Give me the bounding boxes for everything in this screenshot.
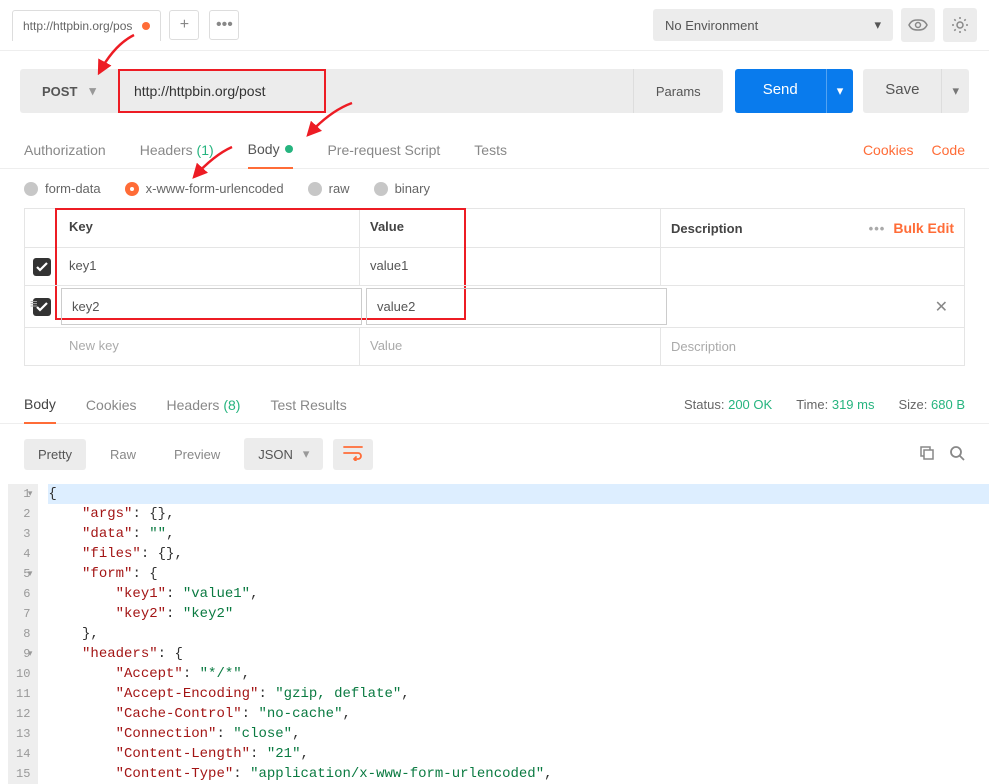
save-dropdown[interactable]: ▾: [941, 69, 969, 113]
key-cell-placeholder[interactable]: New key: [59, 328, 360, 365]
description-cell[interactable]: ✕: [669, 286, 964, 327]
radio-raw[interactable]: raw: [308, 181, 350, 196]
caret-down-icon: ▾: [952, 83, 959, 99]
tab-authorization[interactable]: Authorization: [24, 132, 106, 168]
view-mode-pretty[interactable]: Pretty: [24, 439, 86, 470]
settings-button[interactable]: [943, 8, 977, 42]
wrap-lines-button[interactable]: [333, 439, 373, 470]
tab-title: http://httpbin.org/pos: [23, 19, 132, 33]
radio-form-data[interactable]: form-data: [24, 181, 101, 196]
url-remainder[interactable]: [326, 69, 633, 113]
body-params-table: Key Value Description ••• Bulk Edit key1…: [0, 208, 989, 374]
method-select[interactable]: POST ▾: [20, 69, 118, 113]
body-indicator-icon: [285, 145, 293, 153]
params-button[interactable]: Params: [633, 69, 723, 113]
cookies-link[interactable]: Cookies: [863, 142, 914, 158]
table-row: ≡ key2 value2 ✕: [25, 285, 964, 327]
send-button[interactable]: Send: [735, 69, 826, 113]
size-indicator: Size: 680 B: [898, 397, 965, 412]
unsaved-dot-icon: [142, 22, 150, 30]
body-type-selector: form-data x-www-form-urlencoded raw bina…: [0, 169, 989, 208]
code-link[interactable]: Code: [932, 142, 965, 158]
copy-response-button[interactable]: [919, 445, 935, 464]
key-column-header: Key: [59, 209, 360, 247]
method-label: POST: [42, 84, 77, 99]
radio-icon: [308, 182, 322, 196]
description-cell[interactable]: [661, 248, 964, 285]
radio-urlencoded[interactable]: x-www-form-urlencoded: [125, 181, 284, 196]
tab-actions: + •••: [169, 10, 239, 40]
headers-count: (1): [197, 142, 214, 158]
checkbox-checked-icon[interactable]: [33, 258, 51, 276]
new-tab-button[interactable]: +: [169, 10, 199, 40]
delete-row-button[interactable]: ✕: [929, 297, 954, 317]
caret-down-icon: ▾: [837, 83, 844, 99]
description-column-header: Description: [671, 221, 743, 236]
language-select[interactable]: JSON▾: [244, 438, 323, 470]
table-header-row: Key Value Description ••• Bulk Edit: [25, 209, 964, 247]
tab-body[interactable]: Body: [248, 131, 294, 169]
caret-down-icon: ▾: [303, 446, 310, 462]
tab-headers[interactable]: Headers (1): [140, 132, 214, 168]
key-cell[interactable]: key1: [59, 248, 360, 285]
tab-options-button[interactable]: •••: [209, 10, 239, 40]
time-indicator: Time: 319 ms: [796, 397, 874, 412]
request-tabs: Authorization Headers (1) Body Pre-reque…: [0, 131, 989, 169]
request-bar: POST ▾ Params Send ▾ Save ▾: [0, 51, 989, 131]
view-mode-raw[interactable]: Raw: [96, 439, 150, 470]
table-row: key1 value1: [25, 247, 964, 285]
environment-label: No Environment: [665, 18, 758, 33]
code-content: { "args": {}, "data": "", "files": {}, "…: [38, 484, 989, 784]
radio-icon: [125, 182, 139, 196]
drag-handle-icon[interactable]: ≡: [30, 296, 38, 311]
radio-binary[interactable]: binary: [374, 181, 430, 196]
response-headers-count: (8): [223, 397, 240, 413]
description-cell-placeholder[interactable]: Description: [661, 328, 964, 365]
environment-select[interactable]: No Environment ▾: [653, 9, 893, 41]
caret-down-icon: ▾: [89, 83, 96, 99]
top-bar: http://httpbin.org/pos + ••• No Environm…: [0, 0, 989, 51]
table-new-row: New key Value Description: [25, 327, 964, 365]
response-tab-body[interactable]: Body: [24, 386, 56, 424]
response-viewer-bar: Pretty Raw Preview JSON▾: [0, 424, 989, 484]
tab-prerequest[interactable]: Pre-request Script: [327, 132, 440, 168]
response-tab-headers[interactable]: Headers (8): [167, 387, 241, 423]
value-cell[interactable]: value2: [366, 288, 667, 325]
bulk-edit-button[interactable]: Bulk Edit: [893, 220, 954, 236]
line-gutter: 123456789101112131415: [8, 484, 38, 784]
response-tab-cookies[interactable]: Cookies: [86, 387, 137, 423]
status-indicator: Status: 200 OK: [684, 397, 772, 412]
column-options-button[interactable]: •••: [869, 221, 886, 236]
send-dropdown[interactable]: ▾: [826, 69, 854, 113]
radio-icon: [374, 182, 388, 196]
caret-down-icon: ▾: [874, 17, 881, 33]
value-column-header: Value: [360, 209, 661, 247]
response-body-viewer[interactable]: 123456789101112131415 { "args": {}, "dat…: [0, 484, 989, 784]
request-tab[interactable]: http://httpbin.org/pos: [12, 10, 161, 41]
value-cell-placeholder[interactable]: Value: [360, 328, 661, 365]
value-cell[interactable]: value1: [360, 248, 661, 285]
url-input[interactable]: [118, 69, 326, 113]
view-mode-preview[interactable]: Preview: [160, 439, 234, 470]
response-tabs: Body Cookies Headers (8) Test Results St…: [0, 386, 989, 424]
environment-quicklook-button[interactable]: [901, 8, 935, 42]
save-button[interactable]: Save: [863, 69, 941, 113]
radio-icon: [24, 182, 38, 196]
tab-tests[interactable]: Tests: [474, 132, 507, 168]
response-tab-test-results[interactable]: Test Results: [270, 387, 346, 423]
search-response-button[interactable]: [949, 445, 965, 464]
key-cell[interactable]: key2: [61, 288, 362, 325]
